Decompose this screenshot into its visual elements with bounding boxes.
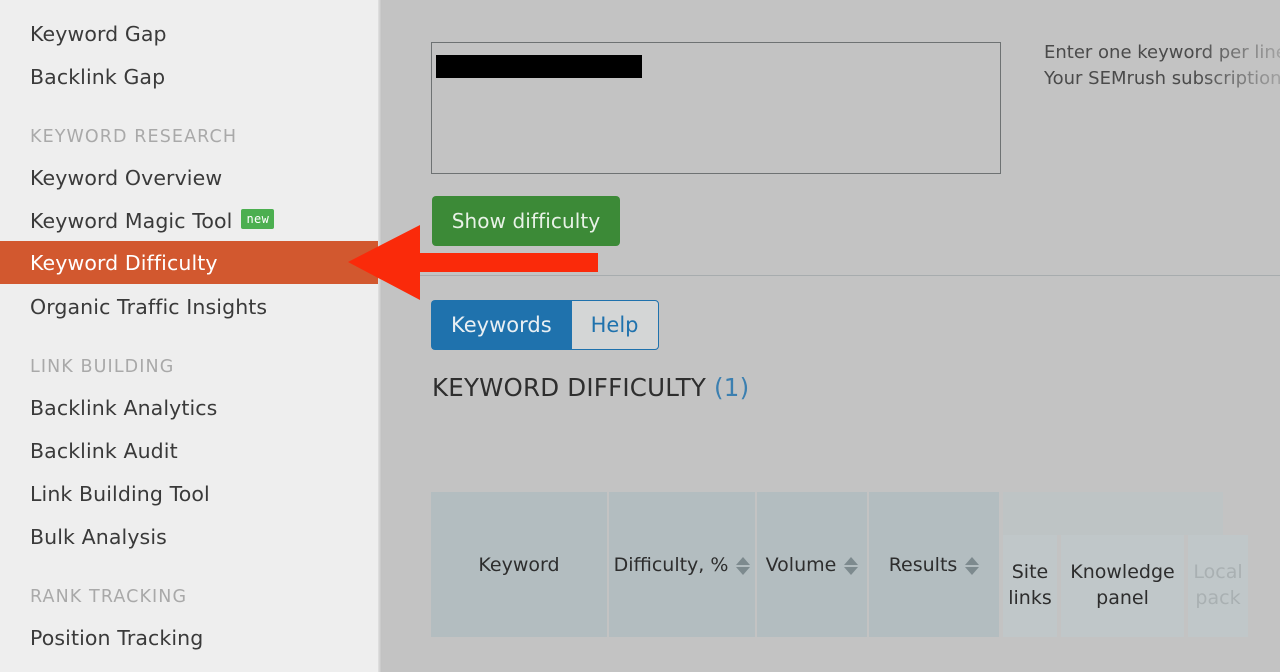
sidebar-section-label: RANK TRACKING	[30, 587, 188, 607]
column-header-label: Site links	[1008, 561, 1052, 609]
tab-label: Help	[590, 313, 639, 337]
sidebar-section-label: LINK BUILDING	[30, 357, 175, 377]
sidebar-item-label: Organic Traffic Insights	[30, 294, 268, 319]
sidebar-item-link-building-tool[interactable]: Link Building Tool	[0, 472, 382, 515]
sidebar-navigation: Keyword Gap Backlink Gap KEYWORD RESEARC…	[0, 0, 382, 672]
sidebar-item-label: Keyword Difficulty	[30, 250, 218, 275]
hint-line-1: Enter one keyword per line	[1044, 42, 1280, 63]
sidebar-section-keyword-research: KEYWORD RESEARCH	[0, 120, 382, 154]
sidebar-item-label: Backlink Gap	[30, 64, 166, 89]
results-table: Keyword Difficulty, % Volume Results Sit…	[431, 492, 1261, 637]
serp-features-group: Site links Knowledge panel Local pack	[1003, 492, 1261, 637]
section-divider	[382, 275, 1280, 276]
keyword-input-hint: Enter one keyword per line Your SEMrush …	[1044, 40, 1280, 92]
sidebar-item-label: Keyword Magic Tool	[30, 208, 233, 233]
column-header-label: Local pack	[1193, 561, 1243, 609]
column-header-local-pack[interactable]: Local pack	[1188, 535, 1250, 637]
column-header-label: Keyword	[478, 553, 560, 576]
redaction-overlay	[436, 55, 642, 78]
sort-arrows-icon[interactable]	[965, 556, 980, 575]
sort-arrows-icon[interactable]	[736, 556, 751, 575]
sidebar-section-rank-tracking: RANK TRACKING	[0, 580, 382, 614]
tab-keywords[interactable]: Keywords	[431, 300, 571, 350]
sidebar-item-keyword-magic-tool[interactable]: Keyword Magic Tool new	[0, 199, 382, 242]
sidebar-item-label: Bulk Analysis	[30, 524, 167, 549]
sidebar-item-label: Backlink Analytics	[30, 395, 218, 420]
sidebar-item-keyword-overview[interactable]: Keyword Overview	[0, 156, 382, 199]
show-difficulty-button[interactable]: Show difficulty	[432, 196, 620, 246]
sidebar-section-label: KEYWORD RESEARCH	[30, 127, 238, 147]
sidebar-item-label: Keyword Overview	[30, 165, 223, 190]
sidebar-item-organic-traffic-insights[interactable]: Organic Traffic Insights	[0, 285, 382, 328]
sidebar-item-position-tracking[interactable]: Position Tracking	[0, 616, 382, 659]
sidebar-item-label: Backlink Audit	[30, 438, 178, 463]
sidebar-item-keyword-difficulty[interactable]: Keyword Difficulty	[0, 241, 382, 284]
column-header-label: Volume	[765, 553, 837, 576]
results-heading-title: KEYWORD DIFFICULTY	[432, 373, 707, 402]
results-tabs: Keywords Help	[431, 300, 659, 350]
sidebar-item-label: Keyword Gap	[30, 21, 167, 46]
serp-features-group-header	[1003, 492, 1223, 535]
sidebar-item-keyword-gap[interactable]: Keyword Gap	[0, 12, 382, 55]
column-header-difficulty[interactable]: Difficulty, %	[609, 492, 757, 637]
sidebar-item-backlink-analytics[interactable]: Backlink Analytics	[0, 386, 382, 429]
tab-label: Keywords	[451, 313, 552, 337]
hint-line-2: Your SEMrush subscription	[1044, 68, 1280, 90]
results-count: (1)	[714, 373, 750, 402]
column-header-label: Difficulty, %	[613, 553, 729, 576]
column-header-results[interactable]: Results	[869, 492, 1001, 637]
tab-help[interactable]: Help	[570, 300, 659, 350]
new-badge: new	[241, 208, 275, 229]
sidebar-item-label: Link Building Tool	[30, 481, 210, 506]
results-heading: KEYWORD DIFFICULTY (1)	[432, 373, 749, 402]
column-header-volume[interactable]: Volume	[757, 492, 869, 637]
sidebar-item-backlink-audit[interactable]: Backlink Audit	[0, 429, 382, 472]
sidebar-item-bulk-analysis[interactable]: Bulk Analysis	[0, 515, 382, 558]
column-header-label: Knowledge panel	[1070, 561, 1175, 609]
sidebar-section-link-building: LINK BUILDING	[0, 350, 382, 384]
column-header-keyword[interactable]: Keyword	[431, 492, 609, 637]
sort-arrows-icon[interactable]	[844, 556, 859, 575]
sidebar-item-label: Position Tracking	[30, 625, 204, 650]
sidebar-item-backlink-gap[interactable]: Backlink Gap	[0, 55, 382, 98]
main-content: Enter one keyword per line Your SEMrush …	[382, 0, 1280, 672]
column-header-site-links[interactable]: Site links	[1003, 535, 1059, 637]
column-header-knowledge-panel[interactable]: Knowledge panel	[1061, 535, 1186, 637]
column-header-label: Results	[888, 553, 958, 576]
